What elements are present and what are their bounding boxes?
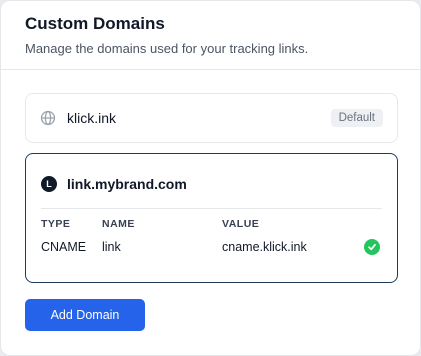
dns-record-table: TYPE NAME VALUE CNAME link cname.klick.i…	[41, 218, 382, 262]
domain-name: klick.ink	[67, 110, 117, 126]
domain-card-selected[interactable]: L link.mybrand.com TYPE NAME VALUE CNAME…	[25, 153, 398, 283]
column-header-name: NAME	[102, 218, 135, 230]
add-domain-button[interactable]: Add Domain	[25, 299, 145, 331]
record-name: link	[102, 240, 121, 254]
globe-icon	[40, 110, 56, 126]
divider	[41, 208, 382, 209]
dns-table-header: TYPE NAME VALUE	[41, 218, 382, 240]
column-header-value: VALUE	[222, 218, 260, 230]
check-circle-icon	[364, 239, 380, 255]
table-row: CNAME link cname.klick.ink	[41, 239, 382, 262]
record-type: CNAME	[41, 240, 87, 254]
column-header-type: TYPE	[41, 218, 71, 230]
domain-card-default[interactable]: klick.ink Default	[25, 93, 398, 143]
default-badge: Default	[330, 109, 383, 127]
record-value: cname.klick.ink	[222, 240, 307, 254]
domain-card-header: L link.mybrand.com	[26, 154, 397, 194]
domain-name: link.mybrand.com	[67, 176, 187, 192]
panel-header: Custom Domains Manage the domains used f…	[1, 1, 420, 70]
page-title: Custom Domains	[25, 14, 165, 33]
page-subtitle: Manage the domains used for your trackin…	[25, 41, 309, 56]
custom-domains-panel: Custom Domains Manage the domains used f…	[0, 0, 421, 356]
brand-logo-icon: L	[41, 176, 57, 192]
